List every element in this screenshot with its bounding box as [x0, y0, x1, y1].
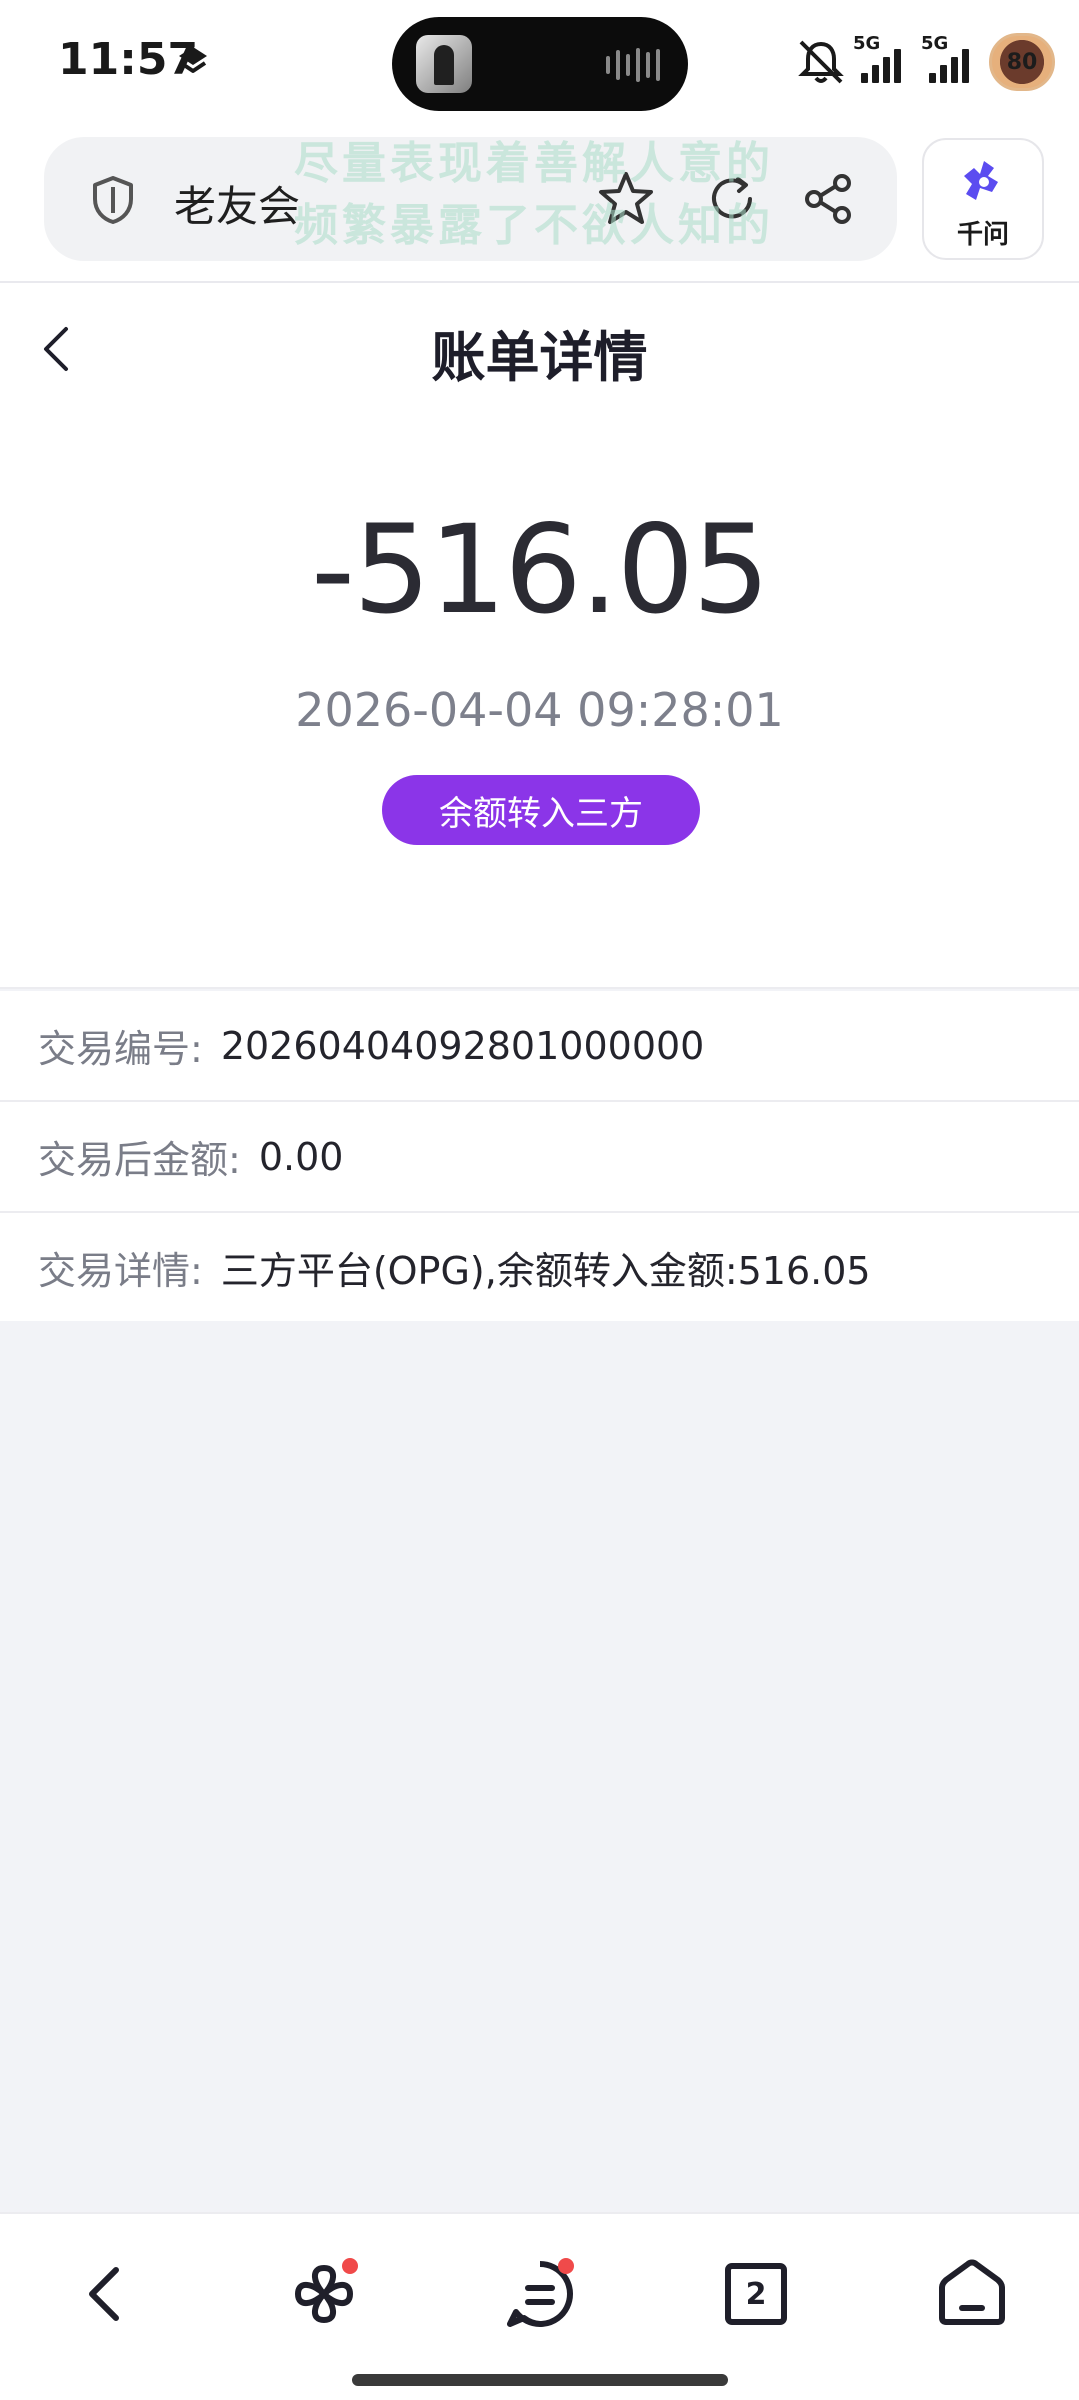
address-bar[interactable]: 老友会 [44, 137, 897, 261]
transaction-type-badge: 余额转入三方 [382, 775, 700, 845]
muted-bell-icon [798, 40, 844, 84]
nav-back-button[interactable] [68, 2254, 148, 2334]
notification-dot [558, 2258, 574, 2274]
status-indicators: 5G 5G 80 [795, 30, 1055, 94]
assistant-label: 千问 [956, 220, 1009, 250]
detail-row-balance-after: 交易后金额: 0.00 [0, 1102, 1079, 1213]
bill-datetime: 2026-04-04 09:28:01 [295, 683, 784, 737]
detail-row-transaction-id: 交易编号: 20260404092801000000 [0, 991, 1079, 1102]
refresh-icon[interactable] [704, 171, 760, 227]
nav-apps-button[interactable] [284, 2254, 364, 2334]
detail-value: 20260404092801000000 [220, 1023, 705, 1068]
bill-summary: -516.05 2026-04-04 09:28:01 余额转入三方 [0, 413, 1079, 989]
detail-row-description: 交易详情: 三方平台(OPG),余额转入金额:516.05 [0, 1213, 1079, 1321]
now-playing-thumbnail [416, 35, 472, 93]
detail-label: 交易详情: [38, 1248, 203, 1293]
share-icon[interactable] [800, 171, 856, 227]
page-header: 账单详情 [0, 283, 1079, 413]
bookmark-star-icon[interactable] [596, 169, 656, 229]
shield-icon[interactable] [90, 175, 136, 225]
notification-dot [342, 2258, 358, 2274]
home-icon [939, 2259, 1005, 2325]
page-title: 账单详情 [431, 326, 648, 389]
dynamic-island[interactable] [392, 17, 688, 111]
detail-value: 三方平台(OPG),余额转入金额:516.05 [220, 1248, 871, 1293]
home-indicator-bar[interactable] [352, 2374, 728, 2386]
url-title[interactable]: 老友会 [174, 173, 300, 234]
layers-icon [179, 47, 207, 73]
browser-toolbar: 老友会 尽量表现着善解人意的 频繁暴露了不欲人知的 千问 [0, 125, 1079, 283]
nav-tabs-button[interactable]: 2 [716, 2254, 796, 2334]
bill-amount: -516.05 [311, 499, 770, 641]
signal-strength-sim1-icon: 5G [853, 33, 915, 87]
signal-strength-sim2-icon: 5G [921, 33, 983, 87]
battery-indicator: 80 [989, 33, 1055, 91]
tab-count: 2 [745, 2276, 767, 2312]
qianwen-logo-icon [964, 161, 998, 200]
detail-label: 交易编号: [38, 1027, 203, 1071]
nav-messages-button[interactable] [500, 2254, 580, 2334]
assistant-button[interactable]: 千问 [922, 138, 1044, 260]
bottom-navigation: 2 [0, 2212, 1079, 2400]
status-bar: 11:57 5G 5G 80 [0, 0, 1079, 125]
detail-label: 交易后金额: [38, 1138, 241, 1182]
bill-detail-list: 交易编号: 20260404092801000000 交易后金额: 0.00 交… [0, 991, 1079, 1321]
back-icon [89, 2267, 119, 2321]
detail-value: 0.00 [258, 1134, 344, 1179]
nav-home-button[interactable] [932, 2254, 1012, 2334]
audio-waveform-icon [606, 47, 660, 83]
